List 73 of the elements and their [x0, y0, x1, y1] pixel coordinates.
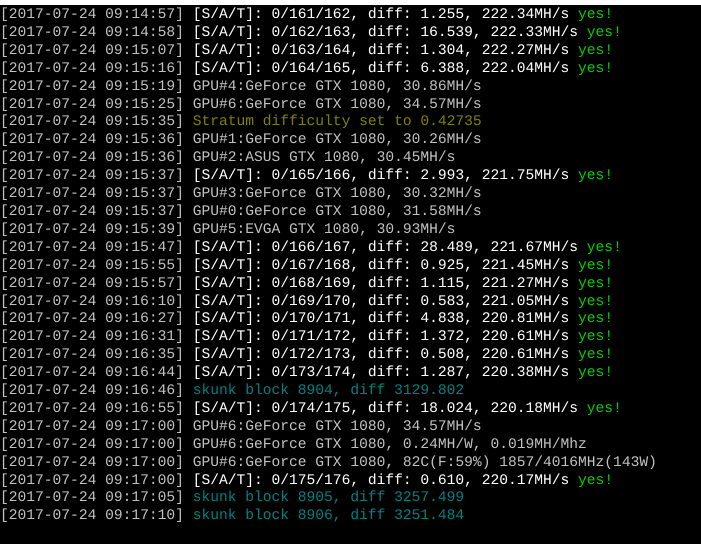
timestamp: [2017-07-24 09:15:25] — [0, 96, 184, 113]
share-result: yes! — [578, 311, 614, 328]
timestamp: [2017-07-24 09:16:10] — [0, 294, 184, 310]
share-message: [S/A/T]: 0/175/176, diff: 0.610, 220.17MH/s — [192, 472, 570, 489]
timestamp: [2017-07-24 09:17:00] — [0, 418, 184, 435]
timestamp: [2017-07-24 09:17:00] — [0, 454, 184, 471]
share-message: [S/A/T]: 0/174/175, diff: 18.024, 220.18MH/s — [192, 400, 578, 417]
block-message: skunk block 8905, diff 3257.499 — [192, 490, 464, 506]
share-message: [S/A/T]: 0/164/165, diff: 6.388, 222.04MH/s — [192, 60, 570, 77]
timestamp: [2017-07-24 09:16:31] — [0, 329, 184, 346]
timestamp: [2017-07-24 09:17:10] — [0, 508, 184, 524]
timestamp: [2017-07-24 09:16:44] — [0, 365, 184, 382]
timestamp: [2017-07-24 09:16:35] — [0, 347, 184, 364]
share-result: yes! — [578, 472, 614, 489]
gpu-message: GPU#6:GeForce GTX 1080, 82C(F:59%) 1857/4016MHz(143W) — [192, 454, 657, 471]
share-result: yes! — [578, 42, 614, 59]
share-message: [S/A/T]: 0/163/164, diff: 1.304, 222.27MH/s — [192, 42, 570, 59]
block-message: skunk block 8906, diff 3251.484 — [192, 508, 464, 524]
gpu-message: GPU#4:GeForce GTX 1080, 30.86MH/s — [192, 78, 482, 95]
share-result: yes! — [578, 347, 614, 364]
timestamp: [2017-07-24 09:15:37] — [0, 204, 184, 220]
timestamp: [2017-07-24 09:15:36] — [0, 150, 184, 166]
timestamp: [2017-07-24 09:15:35] — [0, 114, 184, 130]
timestamp: [2017-07-24 09:15:19] — [0, 78, 184, 95]
timestamp: [2017-07-24 09:16:55] — [0, 400, 184, 417]
share-message: [S/A/T]: 0/165/166, diff: 2.993, 221.75MH/s — [192, 168, 570, 184]
gpu-message: GPU#6:GeForce GTX 1080, 34.57MH/s — [192, 96, 482, 113]
timestamp: [2017-07-24 09:17:00] — [0, 472, 184, 489]
share-result: yes! — [586, 24, 622, 41]
share-result: yes! — [586, 240, 622, 256]
share-message: [S/A/T]: 0/166/167, diff: 28.489, 221.67MH/s — [192, 240, 578, 256]
timestamp: [2017-07-24 09:17:00] — [0, 436, 184, 453]
gpu-message: GPU#5:EVGA GTX 1080, 30.93MH/s — [192, 222, 456, 238]
timestamp: [2017-07-24 09:15:37] — [0, 168, 184, 184]
share-result: yes! — [578, 294, 614, 310]
share-message: [S/A/T]: 0/173/174, diff: 1.287, 220.38MH/s — [192, 365, 570, 382]
timestamp: [2017-07-24 09:17:05] — [0, 490, 184, 506]
gpu-message: GPU#6:GeForce GTX 1080, 0.24MH/W, 0.019MH/Mhz — [192, 436, 587, 453]
share-result: yes! — [586, 400, 622, 417]
timestamp: [2017-07-24 09:15:07] — [0, 42, 184, 59]
share-message: [S/A/T]: 0/161/162, diff: 1.255, 222.34MH/s — [192, 7, 570, 23]
timestamp: [2017-07-24 09:14:57] — [0, 7, 184, 23]
share-message: [S/A/T]: 0/169/170, diff: 0.583, 221.05MH/s — [192, 294, 570, 310]
share-message: [S/A/T]: 0/170/171, diff: 4.838, 220.81MH/s — [192, 311, 570, 328]
share-message: [S/A/T]: 0/162/163, diff: 16.539, 222.33MH/s — [192, 24, 578, 41]
gpu-message: GPU#2:ASUS GTX 1080, 30.45MH/s — [192, 150, 456, 166]
share-result: yes! — [578, 7, 614, 23]
stratum-message: Stratum difficulty set to 0.42735 — [192, 114, 482, 130]
timestamp: [2017-07-24 09:15:47] — [0, 240, 184, 256]
timestamp: [2017-07-24 09:15:39] — [0, 222, 184, 238]
share-result: yes! — [578, 365, 614, 382]
gpu-message: GPU#0:GeForce GTX 1080, 31.58MH/s — [192, 204, 482, 220]
share-message: [S/A/T]: 0/171/172, diff: 1.372, 220.61MH/s — [192, 329, 570, 346]
timestamp: [2017-07-24 09:14:58] — [0, 24, 184, 41]
share-message: [S/A/T]: 0/167/168, diff: 0.925, 221.45MH/s — [192, 258, 570, 274]
timestamp: [2017-07-24 09:16:27] — [0, 311, 184, 328]
share-result: yes! — [578, 276, 614, 292]
gpu-message: GPU#3:GeForce GTX 1080, 30.32MH/s — [192, 186, 482, 202]
timestamp: [2017-07-24 09:15:36] — [0, 132, 184, 148]
share-result: yes! — [578, 329, 614, 346]
timestamp: [2017-07-24 09:15:37] — [0, 186, 184, 202]
timestamp: [2017-07-24 09:15:16] — [0, 60, 184, 77]
share-result: yes! — [578, 168, 614, 184]
share-result: yes! — [578, 258, 614, 274]
share-result: yes! — [578, 60, 614, 77]
block-message: skunk block 8904, diff 3129.802 — [192, 383, 464, 400]
gpu-message: GPU#1:GeForce GTX 1080, 30.26MH/s — [192, 132, 482, 148]
share-message: [S/A/T]: 0/168/169, diff: 1.115, 221.27MH/s — [192, 276, 570, 292]
gpu-message: GPU#6:GeForce GTX 1080, 34.57MH/s — [192, 418, 482, 435]
timestamp: [2017-07-24 09:15:55] — [0, 258, 184, 274]
timestamp: [2017-07-24 09:15:57] — [0, 276, 184, 292]
timestamp: [2017-07-24 09:16:46] — [0, 383, 184, 400]
share-message: [S/A/T]: 0/172/173, diff: 0.508, 220.61MH/s — [192, 347, 570, 364]
